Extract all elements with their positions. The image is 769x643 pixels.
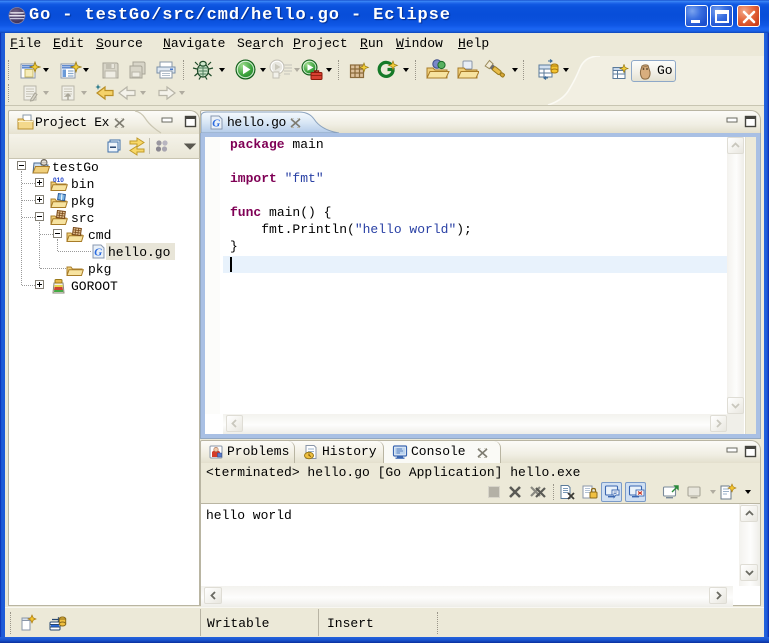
- svg-text:G: G: [94, 247, 102, 259]
- svg-text:010: 010: [53, 177, 64, 184]
- svg-text:G: G: [212, 118, 220, 130]
